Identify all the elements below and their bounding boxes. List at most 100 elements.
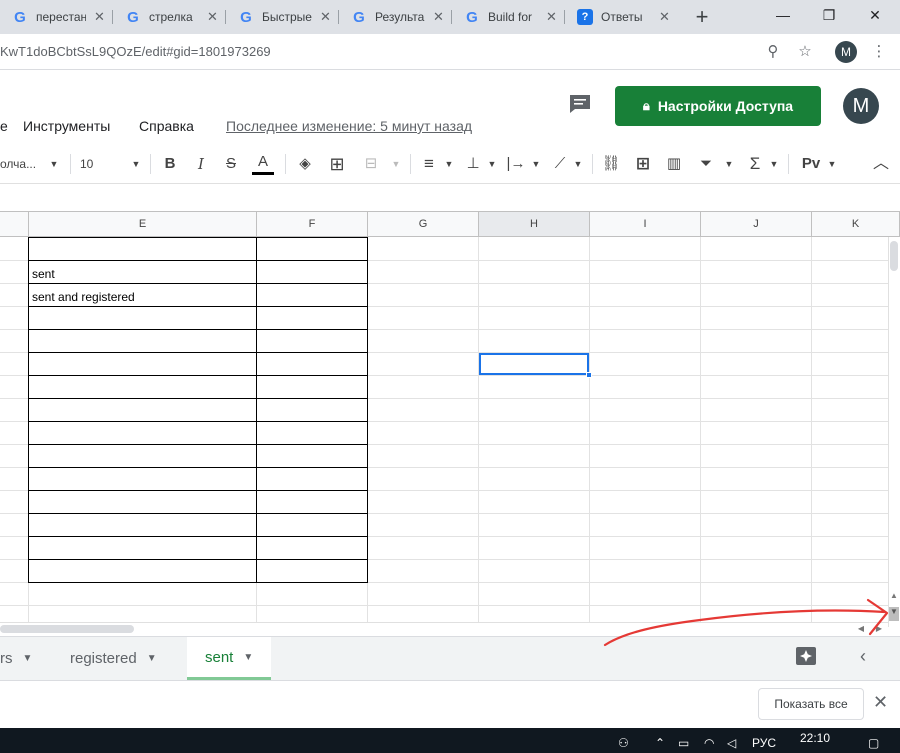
- menu-tools[interactable]: Инструменты: [23, 118, 110, 134]
- strikethrough-button[interactable]: S: [221, 153, 241, 175]
- share-label: Настройки Доступа: [657, 98, 794, 114]
- caret-down-icon[interactable]: ▼: [23, 653, 33, 664]
- spreadsheet-grid[interactable]: sent sent and registered: [0, 237, 888, 622]
- functions-icon[interactable]: Σ: [744, 153, 766, 175]
- italic-button[interactable]: I: [191, 153, 211, 175]
- people-icon[interactable]: ⚇: [618, 736, 629, 750]
- selected-cell[interactable]: [479, 353, 589, 375]
- column-header[interactable]: K: [812, 212, 900, 237]
- chevron-down-icon[interactable]: ▼: [390, 153, 402, 175]
- text-rotate-icon[interactable]: ⟋: [549, 153, 571, 175]
- insert-comment-icon[interactable]: ⊞: [632, 153, 654, 175]
- last-edit-link[interactable]: Последнее изменение: 5 минут назад: [226, 118, 472, 134]
- wifi-icon[interactable]: ◠: [704, 736, 714, 750]
- explore-icon[interactable]: [795, 646, 817, 668]
- clock-time[interactable]: 22:10: [800, 731, 830, 745]
- chevron-down-icon[interactable]: ▼: [723, 153, 735, 175]
- chevron-down-icon[interactable]: ▼: [486, 153, 498, 175]
- menu-edit[interactable]: е: [0, 118, 8, 134]
- cell-e-sent[interactable]: sent: [32, 267, 55, 281]
- scroll-right-arrow-icon[interactable]: ▶: [874, 624, 884, 636]
- chevron-down-icon[interactable]: ▼: [48, 153, 60, 175]
- sheet-tab-bar: rs ▼ registered ▼ sent ▼: [0, 636, 900, 680]
- minimize-icon[interactable]: —: [760, 0, 806, 30]
- chevron-down-icon[interactable]: ▼: [530, 153, 542, 175]
- zoom-icon[interactable]: ⚲: [762, 41, 784, 63]
- vertical-scroll-thumb[interactable]: [890, 241, 898, 271]
- browser-tab[interactable]: G Build for ✕: [452, 0, 557, 34]
- font-size-select[interactable]: 10: [80, 153, 110, 175]
- sheet-tab[interactable]: rs ▼: [0, 637, 32, 680]
- url-text[interactable]: KwT1doBCbtSsL9QOzE/edit#gid=1801973269: [0, 44, 271, 59]
- new-tab-button[interactable]: +: [690, 4, 714, 30]
- chevron-left-icon[interactable]: ‹: [860, 646, 866, 667]
- text-color-button[interactable]: A: [252, 153, 274, 175]
- profile-avatar[interactable]: M: [835, 41, 857, 63]
- column-header[interactable]: F: [257, 212, 368, 237]
- battery-icon[interactable]: ▭: [678, 736, 689, 750]
- text-wrap-icon[interactable]: |→: [505, 153, 527, 175]
- fill-handle[interactable]: [586, 372, 592, 378]
- column-header[interactable]: E: [29, 212, 257, 237]
- close-icon[interactable]: ✕: [873, 692, 888, 713]
- bookmark-star-icon[interactable]: ☆: [794, 41, 816, 63]
- vertical-align-icon[interactable]: ⊥: [462, 153, 484, 175]
- chevron-down-icon[interactable]: ▼: [572, 153, 584, 175]
- caret-down-icon[interactable]: ▼: [243, 652, 253, 663]
- column-header[interactable]: H: [479, 212, 590, 237]
- browser-tab[interactable]: ? Ответы ✕: [565, 0, 670, 34]
- notifications-icon[interactable]: ▢: [868, 736, 879, 750]
- cell-e-sent-and-registered[interactable]: sent and registered: [32, 290, 135, 304]
- align-left-icon[interactable]: ≡: [418, 153, 440, 175]
- close-icon[interactable]: ✕: [659, 9, 670, 25]
- browser-tab[interactable]: G Результа ✕: [339, 0, 444, 34]
- caret-down-icon[interactable]: ▼: [147, 653, 157, 664]
- close-icon[interactable]: ✕: [433, 9, 444, 25]
- chevron-down-icon[interactable]: ▼: [768, 153, 780, 175]
- scroll-down-arrow-icon[interactable]: ▼: [889, 607, 899, 621]
- column-header[interactable]: G: [368, 212, 479, 237]
- chevron-down-icon[interactable]: ▼: [130, 153, 142, 175]
- chevron-down-icon[interactable]: ▼: [826, 153, 838, 175]
- window-close-icon[interactable]: ✕: [852, 0, 898, 30]
- link-icon[interactable]: ⛓: [600, 153, 622, 175]
- horizontal-scroll-thumb[interactable]: [0, 625, 134, 633]
- menu-help[interactable]: Справка: [139, 118, 194, 134]
- vertical-scrollbar[interactable]: [888, 237, 900, 627]
- scroll-up-arrow-icon[interactable]: ▲: [889, 591, 899, 603]
- sheet-tab[interactable]: registered ▼: [70, 637, 157, 680]
- browser-tab[interactable]: G стрелка ✕: [113, 0, 218, 34]
- show-all-button[interactable]: Показать все: [758, 688, 864, 720]
- sheet-tab-active[interactable]: sent ▼: [187, 637, 272, 680]
- chevron-up-icon[interactable]: ︿: [870, 153, 892, 175]
- tray-up-arrow-icon[interactable]: ⌃: [655, 736, 665, 750]
- share-button[interactable]: 🔒︎ Настройки Доступа: [615, 86, 821, 126]
- close-icon[interactable]: ✕: [94, 9, 105, 25]
- fill-color-icon[interactable]: ◈: [295, 153, 315, 175]
- browser-tab[interactable]: G Быстрые ✕: [226, 0, 331, 34]
- borders-icon[interactable]: ⊞: [327, 153, 347, 175]
- close-icon[interactable]: ✕: [546, 9, 557, 25]
- account-avatar[interactable]: M: [843, 88, 879, 124]
- google-g-icon: G: [466, 8, 478, 26]
- input-language[interactable]: РУС: [752, 736, 776, 750]
- merge-cells-icon[interactable]: ⊟: [360, 153, 382, 175]
- bold-button[interactable]: B: [160, 153, 180, 175]
- restore-icon[interactable]: ❐: [806, 0, 852, 30]
- tab-title: перестан: [36, 10, 86, 24]
- volume-icon[interactable]: ◁: [727, 736, 736, 750]
- scroll-left-arrow-icon[interactable]: ◀: [856, 624, 866, 636]
- more-vert-icon[interactable]: ⋮: [868, 41, 890, 63]
- close-icon[interactable]: ✕: [207, 9, 218, 25]
- column-header[interactable]: J: [701, 212, 812, 237]
- close-icon[interactable]: ✕: [320, 9, 331, 25]
- formula-bar[interactable]: [0, 185, 900, 212]
- column-header[interactable]: I: [590, 212, 701, 237]
- filter-icon[interactable]: ⏷: [695, 153, 717, 175]
- comment-icon[interactable]: [568, 93, 592, 115]
- chart-icon[interactable]: ▥: [663, 153, 685, 175]
- browser-tab[interactable]: G перестан ✕: [0, 0, 105, 34]
- chevron-down-icon[interactable]: ▼: [443, 153, 455, 175]
- column-header-d[interactable]: [0, 212, 29, 237]
- input-tools-button[interactable]: Pv: [798, 153, 824, 175]
